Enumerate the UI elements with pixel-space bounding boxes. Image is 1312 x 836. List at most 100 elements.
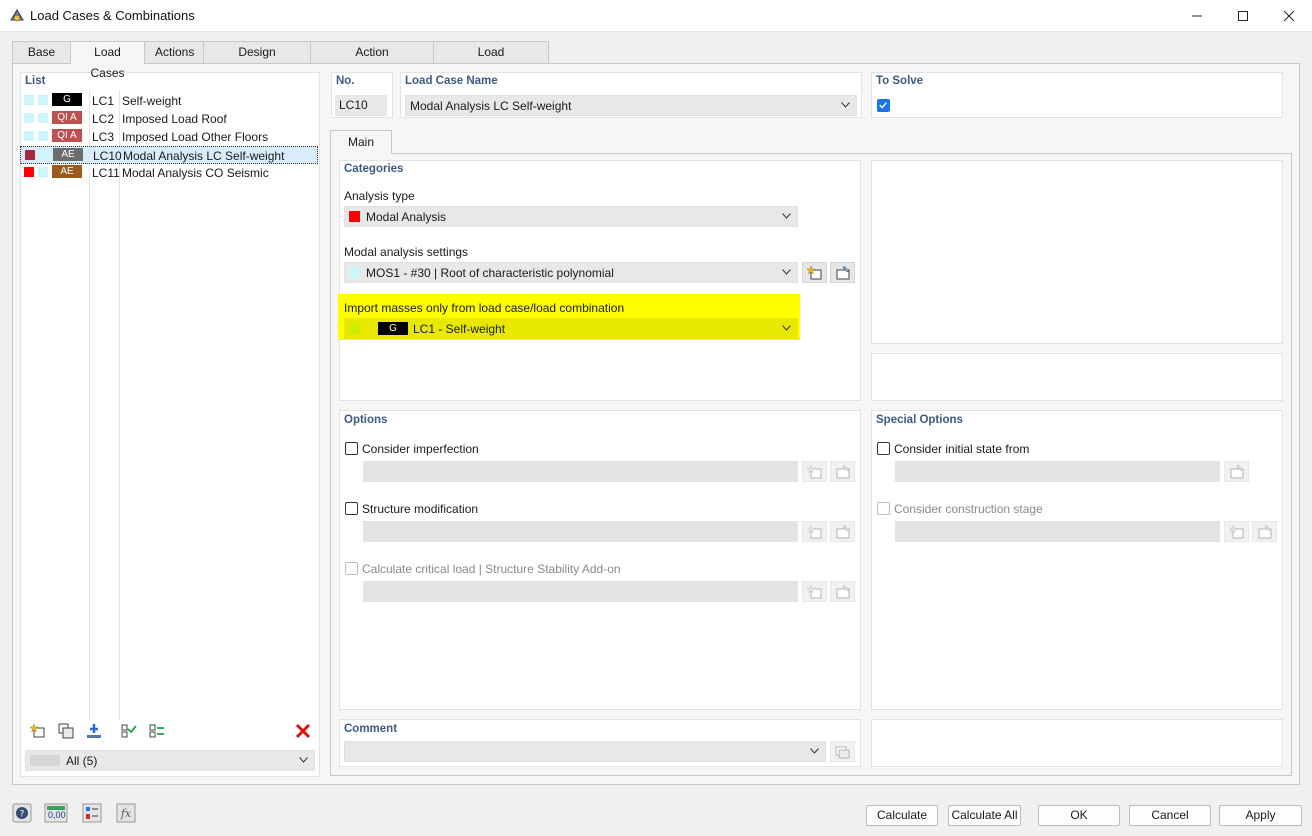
import-masses-label: Import masses only from load case/load c… <box>344 301 624 315</box>
list-item[interactable]: AE LC10Modal Analysis LC Self-weight <box>20 146 318 164</box>
critical-load-checkbox[interactable] <box>345 562 358 575</box>
tab-load-combinations[interactable]: Load Combinations <box>433 41 549 63</box>
consider-imperfection-checkbox[interactable] <box>345 442 358 455</box>
analysis-type-select[interactable]: Modal Analysis <box>344 206 798 227</box>
action-category-badge: AE <box>52 165 82 178</box>
initial-state-checkbox[interactable] <box>877 442 890 455</box>
load-case-name: Modal Analysis LC Self-weight <box>123 149 284 163</box>
comment-title: Comment <box>344 723 397 735</box>
maximize-button[interactable] <box>1220 0 1266 32</box>
comment-library-button[interactable] <box>830 741 855 762</box>
edit-imperfection-button[interactable] <box>830 461 855 482</box>
structure-info-icon <box>82 803 102 823</box>
list-divider <box>89 90 90 720</box>
to-solve-panel: To Solve <box>871 72 1283 118</box>
new-imperfection-button[interactable] <box>802 461 827 482</box>
tab-base[interactable]: Base <box>12 41 71 63</box>
cancel-button[interactable]: Cancel <box>1129 805 1211 826</box>
edit-item-icon <box>1257 524 1273 540</box>
tab-main[interactable]: Main <box>330 130 392 154</box>
formula-icon: fx <box>116 803 136 823</box>
edit-modification-button[interactable] <box>830 521 855 542</box>
minimize-button[interactable] <box>1174 0 1220 32</box>
check-all-icon <box>121 723 137 739</box>
info-panel <box>871 353 1283 401</box>
copy-load-case-button[interactable] <box>53 720 78 741</box>
consider-imperfection-label: Consider imperfection <box>362 442 479 456</box>
load-case-number: LC11 <box>92 166 120 180</box>
modal-settings-select[interactable]: MOS1 - #30 | Root of characteristic poly… <box>344 262 798 283</box>
to-solve-checkbox[interactable] <box>877 99 890 112</box>
structure-modification-checkbox[interactable] <box>345 502 358 515</box>
new-critical-load-button[interactable] <box>802 581 827 602</box>
list-item[interactable]: AELC11Modal Analysis CO Seismic <box>20 164 318 182</box>
action-category-badge: G <box>52 93 82 106</box>
to-solve-label: To Solve <box>876 75 923 87</box>
action-category-badge: AE <box>53 148 83 161</box>
modification-field[interactable] <box>363 521 798 542</box>
apply-button[interactable]: Apply <box>1219 805 1302 826</box>
load-case-name: Imposed Load Other Floors <box>122 130 268 144</box>
units-button[interactable]: 0,00 <box>44 802 68 824</box>
analysis-type-label: Analysis type <box>344 189 415 203</box>
list-filter-select[interactable]: All (5) <box>25 750 315 771</box>
number-field[interactable]: LC10 <box>335 95 387 116</box>
new-item-icon <box>807 464 823 480</box>
list-title: List <box>25 75 45 87</box>
tab-actions[interactable]: Actions <box>144 41 204 63</box>
load-case-number: LC10 <box>93 149 122 163</box>
new-construction-stage-button[interactable] <box>1224 521 1249 542</box>
comment-select[interactable] <box>344 741 826 762</box>
close-button[interactable] <box>1266 0 1312 32</box>
tab-design-situations[interactable]: Design Situations <box>203 41 311 63</box>
construction-stage-field[interactable] <box>895 521 1220 542</box>
tab-load-cases[interactable]: Load Cases <box>70 41 145 64</box>
edit-initial-state-button[interactable] <box>1224 461 1249 482</box>
load-case-name-select[interactable]: Modal Analysis LC Self-weight <box>405 95 857 116</box>
construction-stage-checkbox[interactable] <box>877 502 890 515</box>
chevron-down-icon <box>810 748 819 754</box>
edit-construction-stage-button[interactable] <box>1252 521 1277 542</box>
import-masses-badge: G <box>378 322 408 335</box>
delete-load-case-button[interactable] <box>290 720 315 741</box>
toggle-check-icon <box>149 723 165 739</box>
chevron-down-icon <box>841 102 850 108</box>
new-item-icon <box>1229 524 1245 540</box>
new-load-case-button[interactable] <box>25 720 50 741</box>
new-modal-settings-button[interactable] <box>802 262 827 283</box>
calculate-all-button[interactable]: Calculate All <box>948 805 1021 826</box>
chevron-down-icon <box>782 213 791 219</box>
list-divider <box>119 90 120 720</box>
help-icon: ? <box>12 803 32 823</box>
formula-button[interactable]: fx <box>114 802 138 824</box>
maximize-icon <box>1237 10 1249 22</box>
edit-critical-load-button[interactable] <box>830 581 855 602</box>
import-masses-select[interactable]: G LC1 - Self-weight <box>344 318 798 339</box>
action-category-badge: QI A <box>52 129 82 142</box>
structure-info-button[interactable] <box>80 802 104 824</box>
initial-state-field[interactable] <box>895 461 1220 482</box>
load-case-name: Imposed Load Roof <box>122 112 227 126</box>
window-title: Load Cases & Combinations <box>30 8 195 23</box>
tab-action-combinations[interactable]: Action Combinations <box>310 41 434 63</box>
ok-button[interactable]: OK <box>1038 805 1120 826</box>
add-to-list-button[interactable] <box>81 720 106 741</box>
number-label: No. <box>336 75 355 87</box>
toggle-check-button[interactable] <box>144 720 169 741</box>
checkmark-icon <box>878 100 889 111</box>
add-icon <box>86 723 102 739</box>
list-item[interactable]: QI ALC2Imposed Load Roof <box>20 110 318 128</box>
check-all-button[interactable] <box>116 720 141 741</box>
load-case-color-secondary <box>38 167 48 177</box>
new-modification-button[interactable] <box>802 521 827 542</box>
units-label: 0,00 <box>48 810 66 820</box>
options-title: Options <box>344 414 387 426</box>
load-case-color <box>24 167 34 177</box>
calculate-button[interactable]: Calculate <box>866 805 938 826</box>
critical-load-field[interactable] <box>363 581 798 602</box>
list-item[interactable]: QI ALC3Imposed Load Other Floors <box>20 128 318 146</box>
list-item[interactable]: GLC1Self-weight <box>20 92 318 110</box>
edit-modal-settings-button[interactable] <box>830 262 855 283</box>
help-button[interactable]: ? <box>10 802 34 824</box>
imperfection-field[interactable] <box>363 461 798 482</box>
